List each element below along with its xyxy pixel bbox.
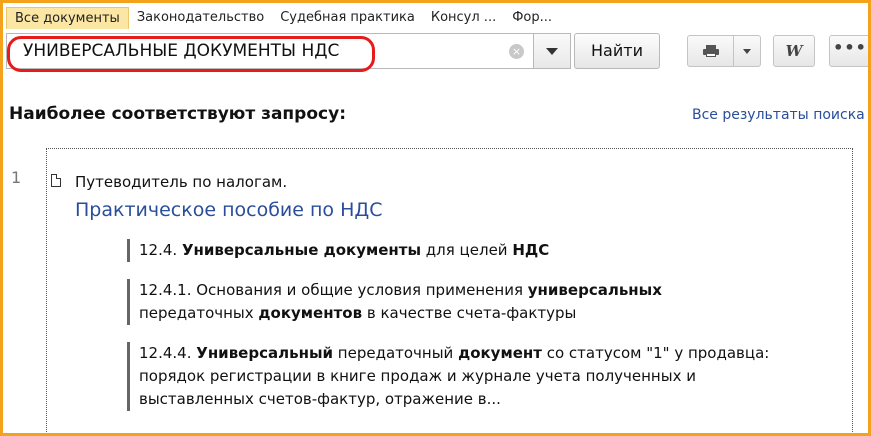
more-button[interactable]: ••• [829, 35, 868, 67]
app-window: Все документы Законодательство Судебная … [0, 0, 871, 436]
search-scope-tabs: Все документы Законодательство Судебная … [6, 7, 560, 29]
all-results-link[interactable]: Все результаты поиска [692, 107, 865, 123]
query-match-text: универсальных [527, 281, 662, 299]
section-text: передаточных [139, 304, 259, 322]
find-button[interactable]: Найти [574, 33, 660, 69]
query-match-text: НДС [512, 241, 550, 259]
chevron-down-icon [546, 47, 558, 55]
search-field: × [6, 33, 569, 69]
tab-consultations[interactable]: Консул ... [423, 7, 504, 29]
tab-forms[interactable]: Фор... [504, 7, 560, 29]
query-match-text: документ [458, 344, 542, 362]
word-icon: W [785, 42, 803, 60]
result-section-link[interactable]: 12.4. Универсальные документы для целей … [127, 239, 779, 262]
query-match-text: Универсальный [196, 344, 334, 362]
result-section-link[interactable]: 12.4.1. Основания и общие условия примен… [127, 279, 779, 325]
section-text: 12.4.1. Основания и общие условия примен… [139, 281, 528, 299]
search-input[interactable] [15, 34, 495, 68]
clear-icon[interactable]: × [509, 44, 524, 59]
search-history-dropdown-button[interactable] [533, 33, 571, 69]
section-text: в качестве счета-фактуры [362, 304, 577, 322]
tab-legislation[interactable]: Законодательство [129, 7, 272, 29]
chevron-down-icon [743, 48, 752, 54]
section-text: 12.4.4. [139, 344, 197, 362]
print-button-group [687, 35, 761, 67]
more-dots-icon: ••• [833, 38, 867, 57]
results-heading: Наиболее соответствуют запросу: [9, 104, 346, 124]
section-text: передаточный [333, 344, 459, 362]
tab-court-practice[interactable]: Судебная практика [272, 7, 423, 29]
query-match-text: Универсальные документы [181, 241, 422, 259]
section-text: для целей [421, 241, 513, 259]
printer-icon [702, 45, 719, 57]
tab-all-documents[interactable]: Все документы [6, 7, 129, 29]
result-number: 1 [11, 168, 22, 187]
print-options-button[interactable] [734, 48, 760, 54]
document-icon [51, 174, 61, 187]
section-text: 12.4. [139, 241, 182, 259]
query-match-text: документов [258, 304, 363, 322]
result-section-link[interactable]: 12.4.4. Универсальный передаточный докум… [127, 342, 779, 411]
result-title-link[interactable]: Практическое пособие по НДС [75, 199, 382, 221]
print-button[interactable] [688, 36, 735, 66]
result-source: Путеводитель по налогам. [75, 173, 288, 191]
export-word-button[interactable]: W [773, 35, 815, 67]
